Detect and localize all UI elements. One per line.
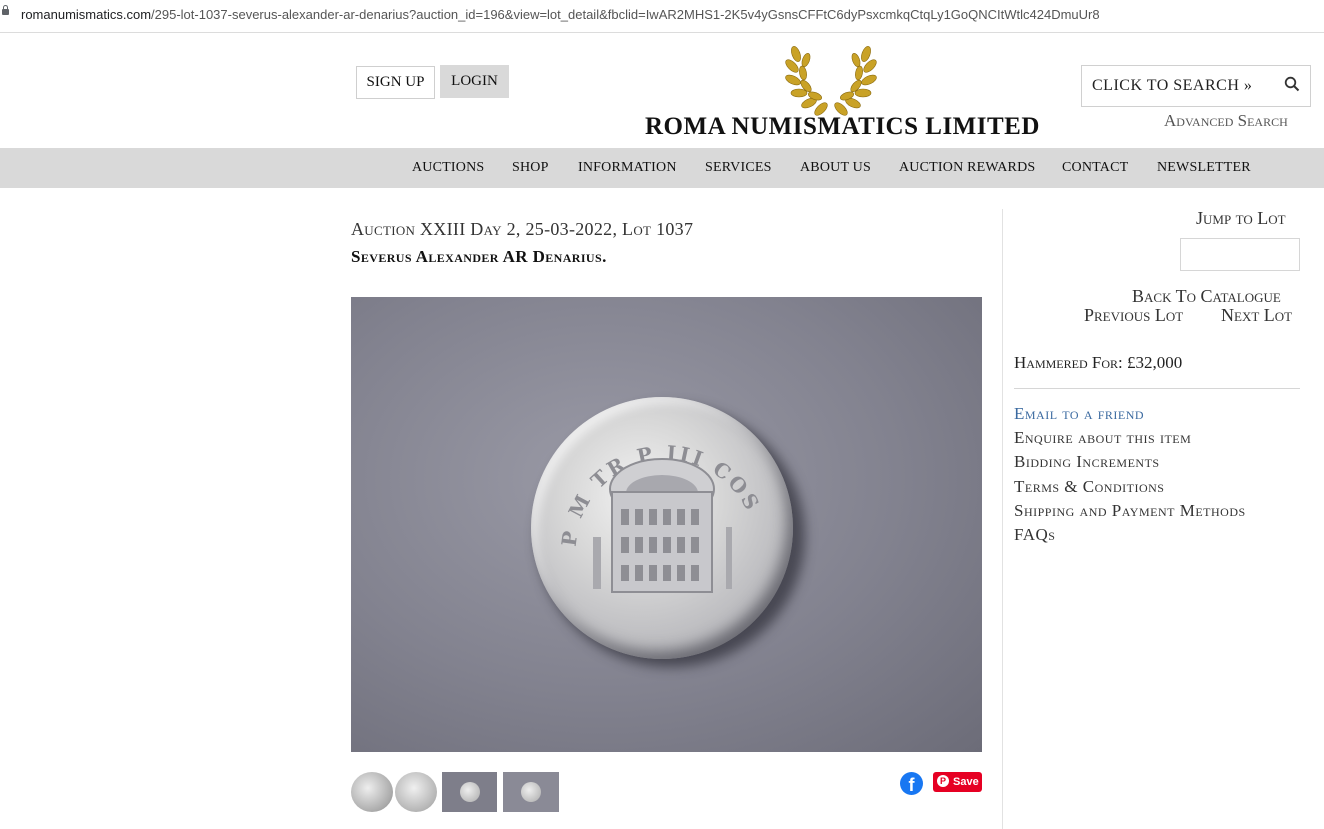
bidding-increments-link[interactable]: Bidding Increments: [1014, 452, 1160, 472]
nav-newsletter[interactable]: NEWSLETTER: [1157, 160, 1251, 176]
coin-photo[interactable]: P M TR P III COS P P: [351, 297, 982, 752]
thumbnail-1[interactable]: [351, 772, 393, 812]
lock-icon: [2, 5, 9, 15]
sidebar-divider: [1002, 209, 1003, 829]
shipping-link[interactable]: Shipping and Payment Methods: [1014, 501, 1246, 521]
lot-name: Severus Alexander AR Denarius.: [351, 247, 607, 266]
thumbnail-3[interactable]: [442, 772, 497, 812]
advanced-search-link[interactable]: Advanced Search: [1164, 111, 1288, 131]
nav-about-us[interactable]: ABOUT US: [800, 160, 871, 176]
coin-image: P M TR P III COS P P: [531, 397, 793, 659]
wreath-logo[interactable]: [782, 40, 880, 120]
thumbnail-coin: [459, 782, 480, 802]
nav-information[interactable]: INFORMATION: [578, 160, 677, 176]
signup-button[interactable]: SIGN UP: [356, 66, 435, 99]
lot-heading: Auction XXIII Day 2, 25-03-2022, Lot 103…: [351, 219, 694, 239]
next-lot-link[interactable]: Next Lot: [1221, 305, 1292, 326]
thumbnail-coin: [521, 782, 541, 802]
jump-to-lot-label: Jump to Lot: [1196, 208, 1286, 228]
jump-to-lot-input[interactable]: [1180, 238, 1300, 271]
url-path: /295-lot-1037-severus-alexander-ar-denar…: [151, 7, 1100, 22]
hammer-price: Hammered For: £32,000: [1014, 353, 1183, 372]
previous-lot-link[interactable]: Previous Lot: [1084, 305, 1183, 326]
url-domain: romanumismatics.com: [21, 7, 152, 22]
nav-contact[interactable]: CONTACT: [1062, 160, 1128, 176]
login-button[interactable]: LOGIN: [440, 65, 509, 98]
nav-auction-rewards[interactable]: AUCTION REWARDS: [899, 160, 1035, 176]
email-friend-link[interactable]: Email to a friend: [1014, 404, 1144, 424]
faqs-link[interactable]: FAQs: [1014, 525, 1055, 545]
search-label: CLICK TO SEARCH »: [1092, 77, 1253, 94]
back-to-catalogue-link[interactable]: Back To Catalogue: [1132, 286, 1281, 307]
nav-services[interactable]: SERVICES: [705, 160, 772, 176]
search-box[interactable]: CLICK TO SEARCH »: [1081, 65, 1311, 107]
enquire-link[interactable]: Enquire about this item: [1014, 428, 1191, 448]
pinterest-save-button[interactable]: P Save: [933, 772, 982, 792]
url-text[interactable]: romanumismatics.com/295-lot-1037-severus…: [21, 7, 1100, 22]
sidebar-separator: [1014, 388, 1300, 389]
pinterest-save-label: Save: [953, 776, 979, 788]
nav-shop[interactable]: SHOP: [512, 160, 549, 176]
coin-reverse-art: P M TR P III COS P P: [531, 397, 767, 593]
site-logo-text[interactable]: ROMA NUMISMATICS LIMITED: [645, 113, 1039, 141]
address-bar[interactable]: romanumismatics.com/295-lot-1037-severus…: [0, 0, 1324, 33]
nav-auctions[interactable]: AUCTIONS: [412, 160, 484, 176]
search-icon[interactable]: [1284, 76, 1300, 92]
facebook-icon[interactable]: f: [900, 772, 923, 795]
pinterest-icon: P: [937, 775, 949, 787]
thumbnail-4[interactable]: [503, 772, 559, 812]
terms-link[interactable]: Terms & Conditions: [1014, 477, 1164, 497]
main-nav: AUCTIONS SHOP INFORMATION SERVICES ABOUT…: [0, 148, 1324, 188]
thumbnail-2[interactable]: [395, 772, 437, 812]
